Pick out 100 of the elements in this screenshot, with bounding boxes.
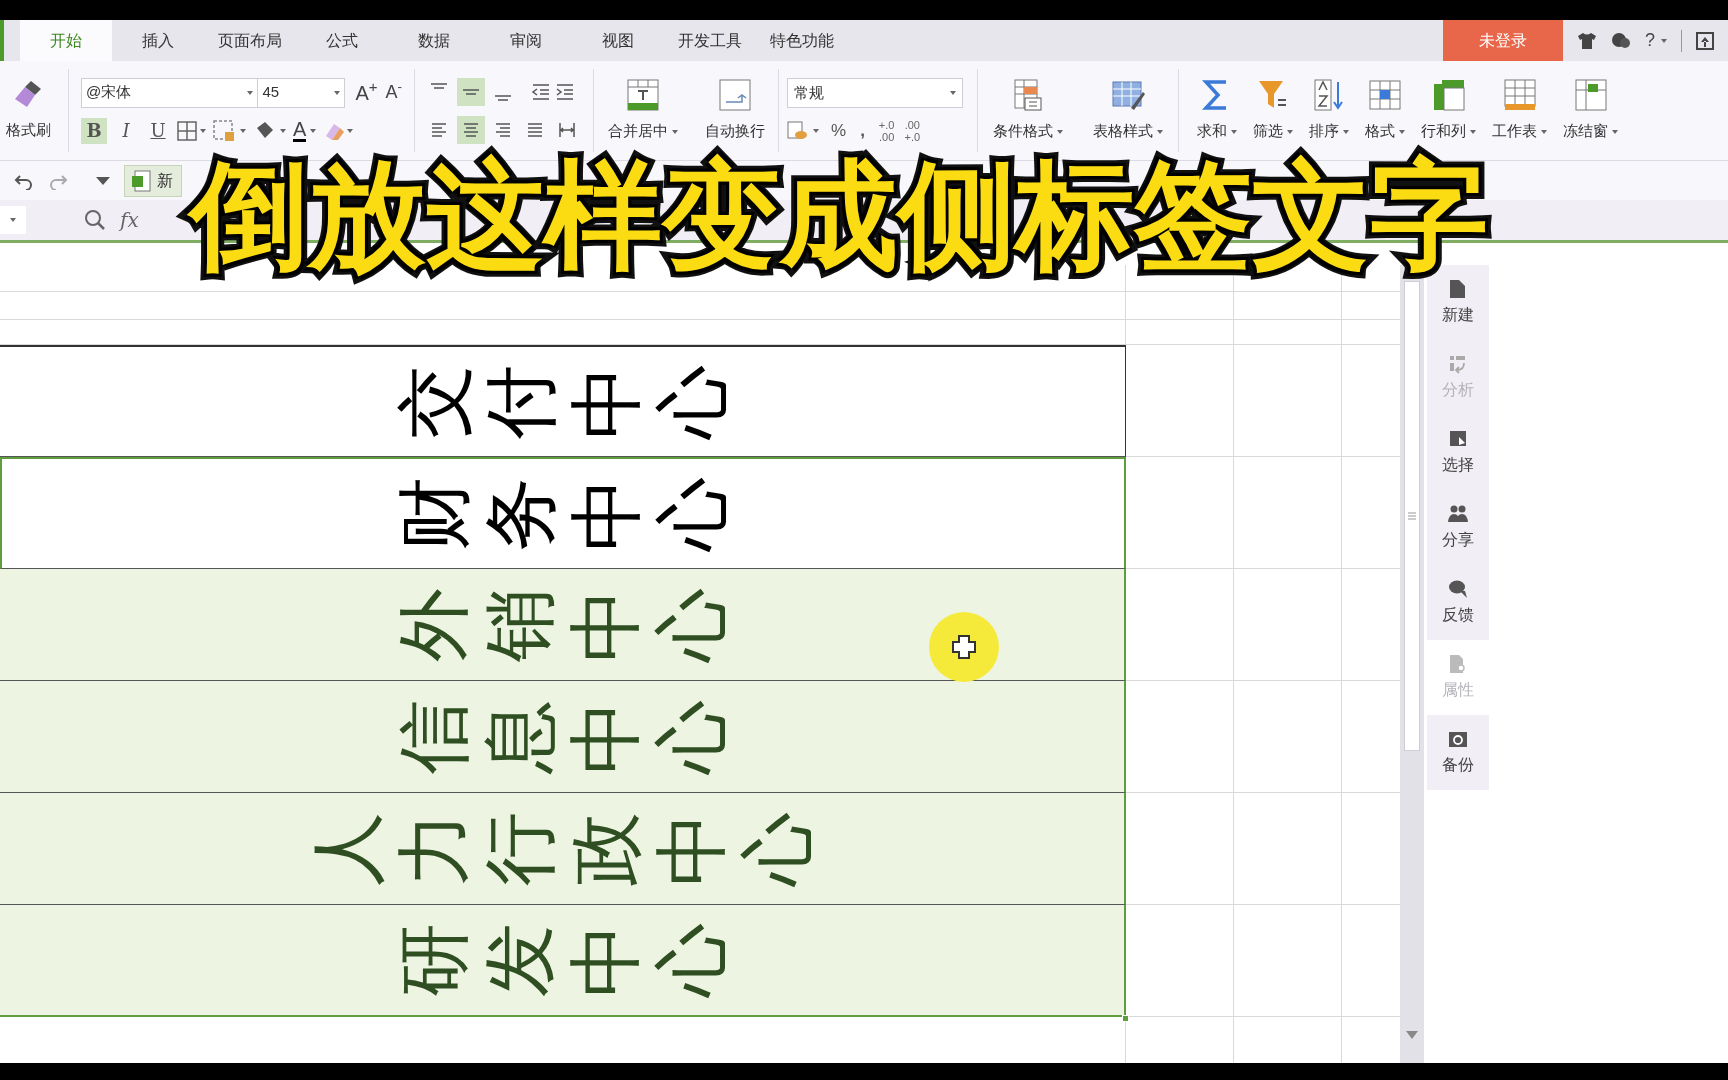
caret-icon: [1612, 129, 1618, 134]
ribbon-dropdown-button[interactable]: 筛选: [1253, 78, 1293, 143]
shirt-icon[interactable]: [1577, 31, 1597, 50]
align-lines-icon: [526, 120, 544, 139]
align-lines-icon: [494, 120, 512, 139]
horizontal-align-button[interactable]: [457, 115, 485, 144]
caret-icon: [1541, 129, 1547, 134]
caret-icon: [1470, 129, 1476, 134]
font-family-dropdown[interactable]: @宋体: [81, 77, 259, 108]
increase-decimal-button[interactable]: +.0 .00: [878, 118, 895, 143]
borders-icon[interactable]: [177, 120, 207, 141]
cell-text: 研发中心: [390, 923, 734, 997]
dropdown-icon[interactable]: [96, 176, 110, 185]
table-style-icon: [1111, 78, 1145, 113]
ribbon-tab[interactable]: 公式: [296, 20, 388, 61]
side-panel-button[interactable]: 备份: [1427, 715, 1489, 790]
empty-cell[interactable]: [1126, 905, 1234, 1017]
empty-cell[interactable]: [1234, 681, 1342, 793]
scrollbar-thumb[interactable]: [1404, 281, 1420, 751]
empty-cell[interactable]: [1234, 292, 1342, 320]
help-button[interactable]: ?: [1645, 27, 1667, 54]
ribbon-tab[interactable]: 审阅: [480, 20, 572, 61]
ribbon-dropdown-button[interactable]: 表格样式: [1093, 78, 1163, 143]
table-cell[interactable]: 信息中心: [0, 681, 1126, 793]
number-format-dropdown[interactable]: 常规: [787, 77, 963, 108]
empty-cell[interactable]: [1126, 681, 1234, 793]
empty-cell[interactable]: [1234, 569, 1342, 681]
format-painter-button[interactable]: 格式刷: [0, 61, 56, 160]
decrease-decimal-button[interactable]: .00 +.0: [904, 118, 921, 143]
indent-icon[interactable]: [555, 82, 575, 101]
percent-button[interactable]: %: [831, 117, 847, 144]
ribbon-dropdown-button[interactable]: 冻结窗: [1563, 78, 1618, 143]
people-icon: [1448, 503, 1468, 524]
underline-button[interactable]: U: [145, 117, 171, 144]
font-size-dropdown[interactable]: 45: [258, 77, 346, 108]
table-cell[interactable]: 外销中心: [0, 569, 1126, 681]
empty-cell[interactable]: [1126, 320, 1234, 345]
name-box[interactable]: [0, 206, 26, 234]
currency-icon[interactable]: [787, 119, 821, 142]
table-cell[interactable]: 人力行政中心: [0, 793, 1126, 905]
grow-font-button[interactable]: A$^{+}$: [355, 77, 378, 108]
insert-function-button[interactable]: fx: [120, 205, 139, 235]
merge-center-button[interactable]: 合并居中: [607, 78, 678, 143]
fill-handle[interactable]: [1122, 1015, 1129, 1022]
ribbon-dropdown-button[interactable]: 条件格式: [993, 78, 1063, 143]
caret-icon: [671, 129, 678, 134]
arrows-icon: [1448, 353, 1468, 374]
table-cell[interactable]: 交付中心: [0, 345, 1126, 457]
caret-icon: [247, 90, 254, 95]
ribbon-dropdown-button[interactable]: 排序: [1309, 78, 1349, 143]
side-panel-button[interactable]: 分享: [1427, 490, 1489, 565]
ribbon-tab[interactable]: 开发工具: [664, 20, 756, 61]
document-tab[interactable]: 新: [124, 164, 182, 197]
side-panel-button[interactable]: 选择: [1427, 415, 1489, 490]
speech-bubbles-icon: [1448, 578, 1468, 599]
restore-window-icon[interactable]: [1696, 31, 1714, 50]
ribbon-tab[interactable]: 视图: [572, 20, 664, 61]
align-lines-icon: [463, 88, 479, 95]
cursor-highlight-icon: [928, 611, 1000, 683]
empty-cell[interactable]: [1234, 345, 1342, 457]
wrap-text-button[interactable]: 自动换行: [704, 78, 765, 143]
conditional-format-icon: [1011, 78, 1045, 113]
vertical-align-button[interactable]: [457, 77, 485, 106]
ribbon-tab[interactable]: 数据: [388, 20, 480, 61]
empty-cell[interactable]: [1234, 905, 1342, 1017]
ribbon-dropdown-button[interactable]: 格式: [1365, 78, 1405, 143]
zoom-formula-icon[interactable]: [84, 209, 106, 231]
outdent-icon[interactable]: [531, 82, 551, 101]
empty-cell[interactable]: [1126, 457, 1234, 569]
ribbon-dropdown-button[interactable]: 行和列: [1421, 78, 1476, 143]
cell-text: 外销中心: [390, 587, 734, 662]
shrink-font-button[interactable]: A$^{-}$: [385, 79, 402, 106]
font-color-button[interactable]: A: [293, 119, 317, 142]
empty-cell[interactable]: [1126, 345, 1234, 457]
comma-button[interactable]: ,: [856, 117, 869, 144]
cell-style-icon[interactable]: [213, 119, 247, 142]
empty-cell[interactable]: [1234, 793, 1342, 905]
sort-icon: [1312, 78, 1346, 113]
ribbon-tab[interactable]: 开始: [20, 20, 112, 61]
empty-cell[interactable]: [1234, 457, 1342, 569]
empty-cell[interactable]: [1126, 793, 1234, 905]
empty-cell[interactable]: [1234, 320, 1342, 345]
cell-text: 财务中心: [391, 476, 735, 551]
document-search-icon: [1448, 653, 1468, 674]
caret-icon: [1399, 129, 1405, 134]
table-cell[interactable]: 研发中心: [0, 905, 1126, 1017]
ribbon-dropdown-button[interactable]: 工作表: [1492, 78, 1547, 143]
bold-button[interactable]: B: [81, 117, 107, 144]
ribbon-tab[interactable]: 特色功能: [756, 20, 848, 61]
caret-icon: [1661, 38, 1667, 43]
ribbon-tab[interactable]: 页面布局: [204, 20, 296, 61]
empty-cell[interactable]: [0, 292, 1126, 320]
side-panel-button[interactable]: 反馈: [1427, 565, 1489, 640]
empty-cell[interactable]: [1126, 569, 1234, 681]
empty-cell[interactable]: [1126, 292, 1234, 320]
table-cell[interactable]: 财务中心: [0, 457, 1126, 569]
italic-button[interactable]: I: [113, 117, 139, 144]
ribbon-tab[interactable]: 插入: [112, 20, 204, 61]
chat-icon[interactable]: [1611, 31, 1631, 50]
ribbon-dropdown-button[interactable]: 求和: [1197, 78, 1237, 143]
